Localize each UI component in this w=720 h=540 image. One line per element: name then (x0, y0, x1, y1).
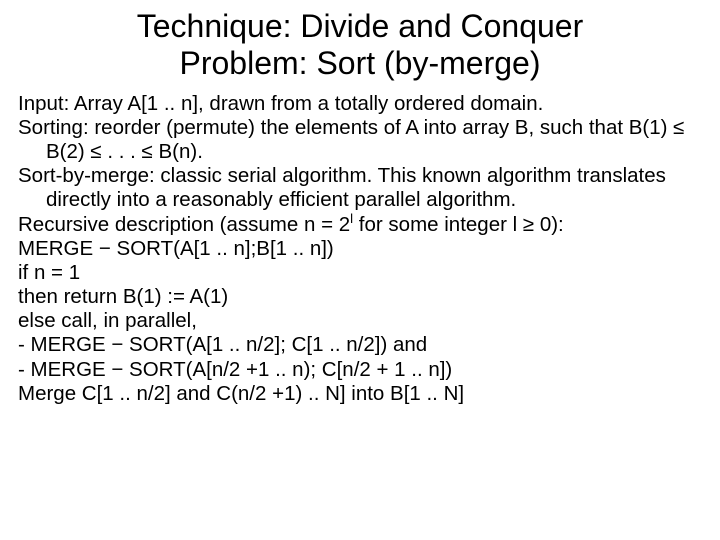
body-line-sorting: Sorting: reorder (permute) the elements … (18, 116, 702, 164)
body-line-then: then return B(1) := A(1) (18, 285, 702, 309)
slide-title: Technique: Divide and Conquer Problem: S… (18, 8, 702, 82)
slide: Technique: Divide and Conquer Problem: S… (0, 0, 720, 540)
body-line-recursive: Recursive description (assume n = 2l for… (18, 213, 702, 237)
title-line-2: Problem: Sort (by-merge) (180, 45, 541, 81)
body-line-else: else call, in parallel, (18, 309, 702, 333)
body-line-sortbymerge: Sort-by-merge: classic serial algorithm.… (18, 164, 702, 212)
title-line-1: Technique: Divide and Conquer (137, 8, 584, 44)
body-line-if: if n = 1 (18, 261, 702, 285)
recursive-part-a: Recursive description (assume n = 2 (18, 213, 350, 236)
body-line-call1: - MERGE − SORT(A[1 .. n/2]; C[1 .. n/2])… (18, 333, 702, 357)
recursive-part-b: for some integer l ≥ 0): (353, 213, 564, 236)
body-line-input: Input: Array A[1 .. n], drawn from a tot… (18, 92, 702, 116)
body-line-merge: Merge C[1 .. n/2] and C(n/2 +1) .. N] in… (18, 382, 702, 406)
slide-body: Input: Array A[1 .. n], drawn from a tot… (18, 92, 702, 406)
body-line-call2: - MERGE − SORT(A[n/2 +1 .. n); C[n/2 + 1… (18, 358, 702, 382)
body-line-mergesort-sig: MERGE − SORT(A[1 .. n];B[1 .. n]) (18, 237, 702, 261)
